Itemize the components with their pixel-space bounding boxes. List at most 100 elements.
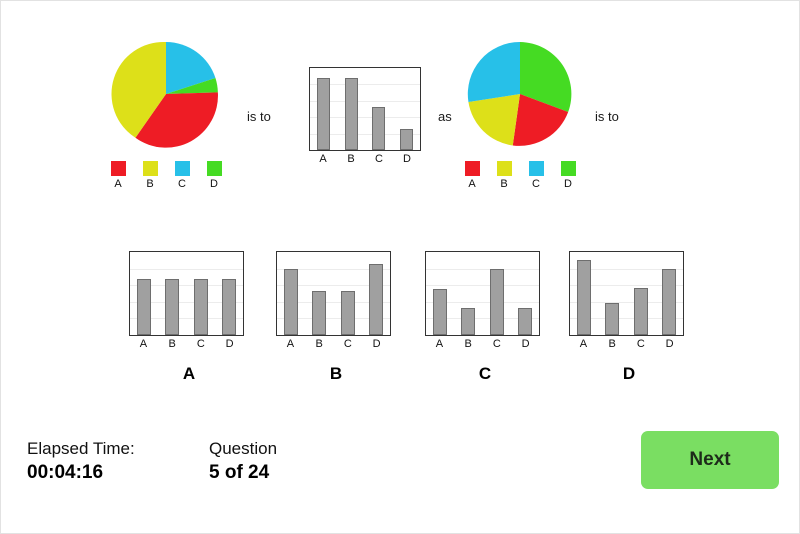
legend-entry-d: D: [205, 161, 223, 191]
option-a-bar-chart[interactable]: [129, 251, 244, 336]
pie-slice-C: [467, 41, 520, 102]
analogy-term-2: A B C D: [309, 67, 421, 165]
legend-swatch-c: [528, 161, 544, 176]
axis-tick-d: D: [225, 338, 234, 350]
bar-d: [517, 308, 532, 335]
elapsed-time-stat: Elapsed Time: 00:04:16: [27, 437, 135, 485]
legend-entry-b: B: [141, 161, 159, 191]
analogy-term-1: A B C D: [91, 39, 241, 191]
bar-a: [284, 269, 299, 335]
answer-option-b[interactable]: A B C D B: [276, 251, 396, 384]
axis-tick-c: C: [375, 153, 383, 165]
footer-bar: Elapsed Time: 00:04:16 Question 5 of 24 …: [1, 423, 800, 533]
bars-area: [426, 252, 539, 335]
option-d-bar-axis: A B C D: [569, 338, 684, 350]
option-d-letter: D: [622, 364, 636, 383]
bar-d: [661, 269, 676, 335]
option-c-bar-chart[interactable]: [425, 251, 540, 336]
question-counter-value: 5 of 24: [209, 462, 270, 483]
option-b-letter: B: [329, 364, 343, 383]
legend-swatch-a: [464, 161, 480, 176]
axis-tick-c: C: [492, 338, 501, 350]
answer-option-a[interactable]: A B C D A: [129, 251, 249, 384]
bar-c: [372, 107, 386, 150]
legend-label-d: D: [210, 178, 218, 190]
option-a-bar-axis: A B C D: [129, 338, 244, 350]
axis-tick-b: B: [464, 338, 472, 350]
term-2-bar-axis: A B C D: [309, 153, 421, 165]
bar-b: [344, 78, 358, 150]
term-2-bar-chart: [309, 67, 421, 151]
bar-a: [577, 260, 592, 335]
legend-label-c: C: [532, 178, 540, 190]
bar-d: [399, 129, 413, 150]
axis-tick-b: B: [315, 338, 323, 350]
legend-swatch-c: [174, 161, 190, 176]
legend-swatch-b: [496, 161, 512, 176]
connector-is-to-1: is to: [247, 109, 271, 124]
pie-svg: [467, 41, 572, 146]
bar-b: [312, 291, 327, 335]
axis-tick-d: D: [665, 338, 674, 350]
axis-tick-c: C: [636, 338, 645, 350]
term-3-legend: A B C D: [445, 161, 595, 191]
bar-b: [461, 308, 476, 335]
legend-swatch-b: [142, 161, 158, 176]
bar-c: [340, 291, 355, 335]
option-b-bar-chart[interactable]: [276, 251, 391, 336]
legend-label-c: C: [178, 178, 186, 190]
axis-tick-b: B: [608, 338, 616, 350]
axis-tick-c: C: [343, 338, 352, 350]
legend-swatch-d: [206, 161, 222, 176]
legend-label-a: A: [468, 178, 476, 190]
next-button[interactable]: Next: [641, 431, 779, 489]
question-counter-label: Question: [209, 439, 278, 458]
answer-option-c[interactable]: A B C D C: [425, 251, 545, 384]
axis-tick-a: A: [319, 153, 327, 165]
bar-c: [489, 269, 504, 335]
question-counter-stat: Question 5 of 24: [209, 437, 277, 485]
bar-a: [433, 289, 448, 335]
axis-tick-a: A: [435, 338, 444, 350]
axis-tick-d: D: [403, 153, 411, 165]
pie-slices: [467, 41, 572, 146]
legend-entry-d: D: [559, 161, 577, 191]
legend-entry-a: A: [109, 161, 127, 191]
bar-d: [221, 279, 236, 335]
term-1-pie-chart: [111, 39, 221, 149]
bar-a: [317, 78, 331, 150]
answer-option-d[interactable]: A B C D D: [569, 251, 689, 384]
option-c-letter: C: [478, 364, 492, 383]
axis-tick-a: A: [139, 338, 148, 350]
bars-area: [570, 252, 683, 335]
bar-c: [193, 279, 208, 335]
axis-tick-a: A: [286, 338, 295, 350]
option-c-bar-axis: A B C D: [425, 338, 540, 350]
pie-slice-B: [468, 94, 520, 146]
legend-label-b: B: [500, 178, 508, 190]
analogy-row: A B C D is to A B C D as A B C D is to: [1, 39, 800, 209]
legend-label-d: D: [564, 178, 572, 190]
option-d-bar-chart[interactable]: [569, 251, 684, 336]
option-b-bar-axis: A B C D: [276, 338, 391, 350]
elapsed-time-label: Elapsed Time:: [27, 439, 135, 458]
legend-label-a: A: [114, 178, 122, 190]
term-3-pie-chart: [465, 39, 575, 149]
bar-a: [137, 279, 152, 335]
axis-tick-a: A: [579, 338, 588, 350]
term-1-legend: A B C D: [91, 161, 241, 191]
answer-options: A B C D A A B C D B A B C D C A B C D D: [1, 251, 800, 401]
pie-svg: [111, 41, 218, 148]
bar-d: [368, 264, 383, 335]
bars-area: [310, 68, 420, 150]
legend-label-b: B: [146, 178, 154, 190]
bar-b: [605, 303, 620, 335]
bar-c: [633, 288, 648, 335]
legend-swatch-d: [560, 161, 576, 176]
axis-tick-c: C: [196, 338, 205, 350]
pie-slices: [111, 41, 218, 148]
bars-area: [130, 252, 243, 335]
legend-swatch-a: [110, 161, 126, 176]
connector-is-to-2: is to: [595, 109, 619, 124]
axis-tick-d: D: [521, 338, 530, 350]
